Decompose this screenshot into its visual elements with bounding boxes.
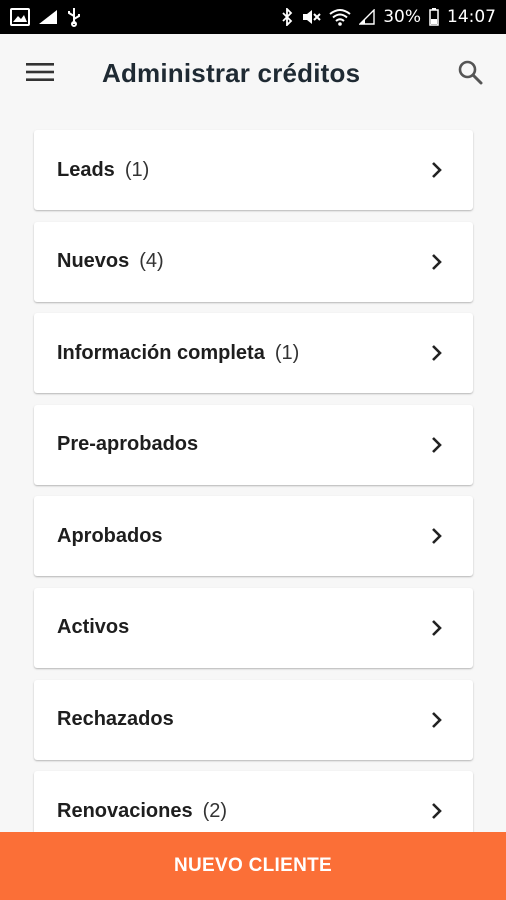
list-item-nuevos[interactable]: Nuevos (4) (34, 221, 473, 302)
item-text: Nuevos (4) (57, 250, 164, 273)
page-title: Administrar créditos (102, 58, 361, 88)
item-text: Leads (1) (57, 159, 149, 182)
item-count: (1) (124, 158, 150, 181)
app-bar: Administrar créditos (0, 34, 506, 116)
item-count: (1) (274, 341, 300, 364)
chevron-right-icon (431, 344, 443, 362)
list-item-informacion-completa[interactable]: Información completa (1) (34, 313, 473, 394)
item-count: (4) (139, 250, 164, 273)
item-label: Aprobados (57, 524, 163, 547)
hamburger-menu-icon (26, 62, 54, 87)
list-item-pre-aprobados[interactable]: Pre-aprobados (34, 404, 473, 485)
chevron-right-icon (431, 711, 443, 729)
signal-icon (38, 9, 58, 25)
item-label: Leads (57, 158, 115, 181)
item-label: Activos (57, 616, 130, 639)
item-text: Información completa (1) (57, 342, 299, 365)
item-label: Nuevos (57, 250, 130, 273)
new-client-label: NUEVO CLIENTE (173, 855, 333, 876)
status-time: 14:07 (447, 7, 496, 27)
list-item-aprobados[interactable]: Aprobados (34, 496, 473, 577)
chevron-right-icon (431, 619, 443, 637)
list-item-rechazados[interactable]: Rechazados (34, 679, 473, 760)
status-bar: 30% 14:07 (0, 0, 506, 34)
list-item-leads[interactable]: Leads (1) (34, 130, 473, 210)
list-item-activos[interactable]: Activos (34, 587, 473, 668)
item-label: Rechazados (57, 708, 174, 731)
mute-icon (301, 8, 321, 26)
search-icon (457, 59, 483, 90)
credit-category-list: Leads (1) Nuevos (4) Información complet… (34, 130, 473, 863)
hamburger-menu-button[interactable] (18, 56, 62, 92)
status-right: 30% 14:07 (281, 7, 496, 27)
battery-icon (429, 8, 439, 26)
item-label: Información completa (57, 341, 265, 364)
chevron-right-icon (431, 802, 443, 820)
battery-percent: 30% (383, 7, 421, 27)
bluetooth-icon (281, 8, 293, 26)
chevron-right-icon (431, 436, 443, 454)
signal-weak-icon (359, 9, 375, 25)
chevron-right-icon (431, 527, 443, 545)
item-text: Activos (57, 616, 139, 639)
chevron-right-icon (431, 253, 443, 271)
new-client-button[interactable]: NUEVO CLIENTE (0, 832, 506, 900)
wifi-icon (329, 8, 351, 26)
gallery-icon (10, 8, 30, 26)
item-text: Pre-aprobados (57, 433, 208, 456)
item-text: Aprobados (57, 525, 173, 548)
item-count: (2) (202, 799, 228, 822)
search-button[interactable] (448, 56, 492, 92)
usb-icon (66, 7, 82, 27)
chevron-right-icon (431, 161, 443, 179)
status-left (10, 7, 82, 27)
item-label: Renovaciones (57, 799, 193, 822)
item-label: Pre-aprobados (57, 433, 199, 456)
item-text: Renovaciones (2) (57, 800, 227, 823)
item-text: Rechazados (57, 708, 184, 731)
